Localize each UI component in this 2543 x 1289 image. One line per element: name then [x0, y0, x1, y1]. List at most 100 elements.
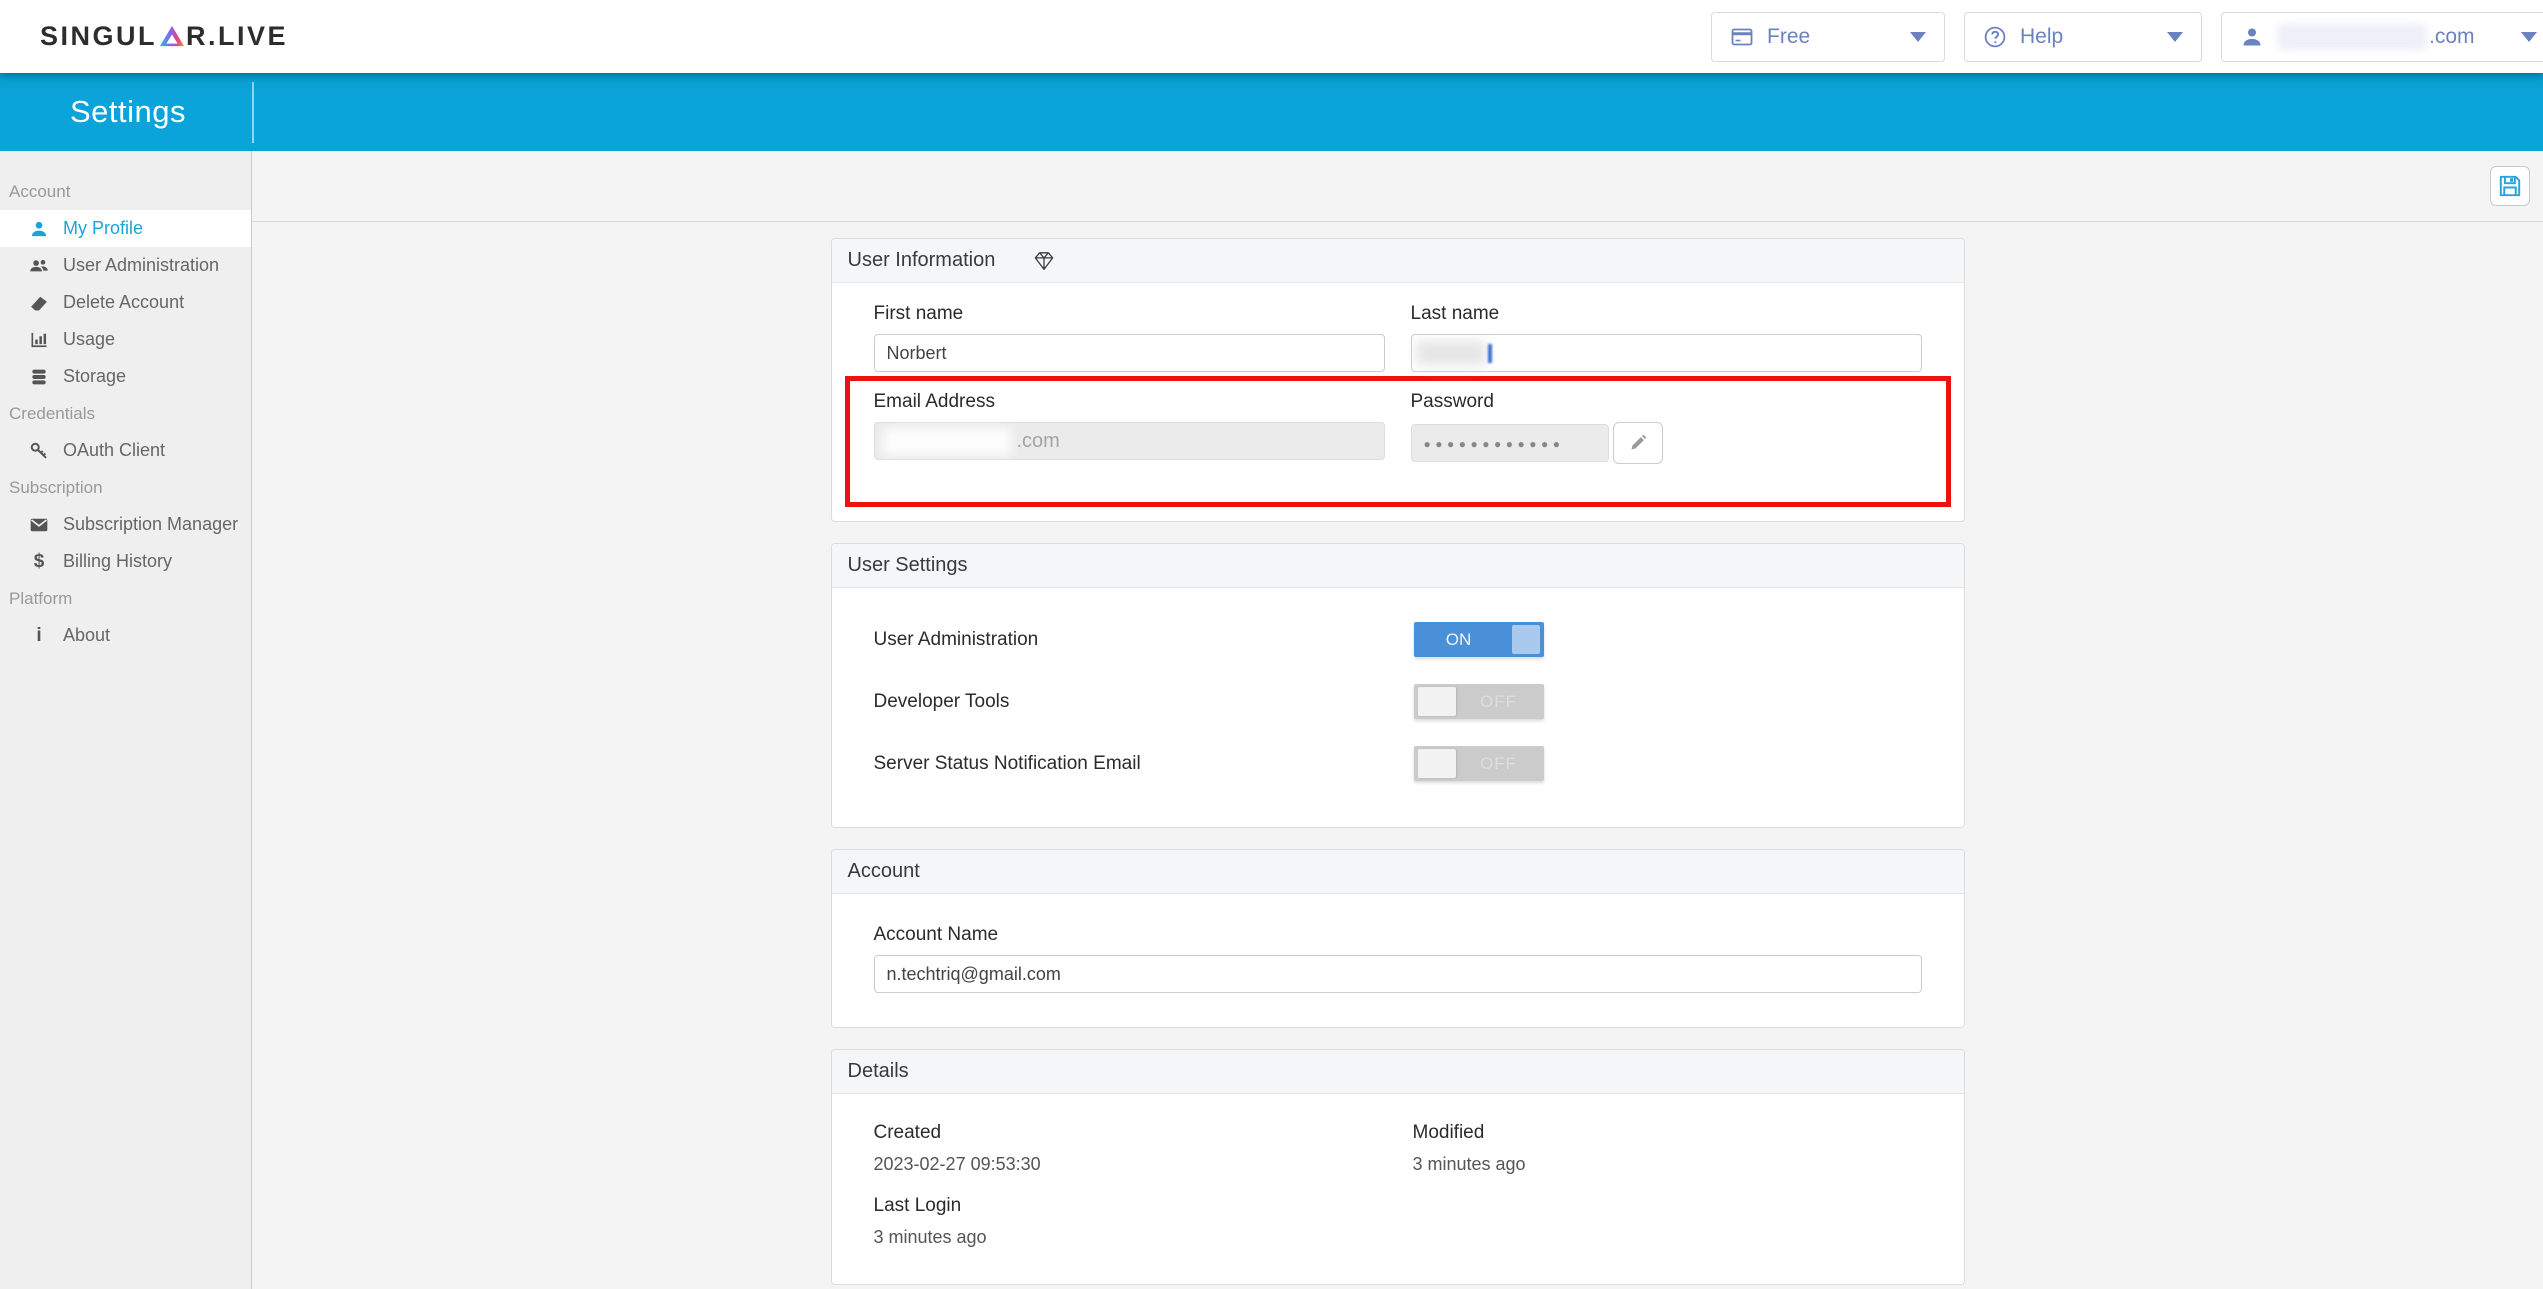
- plan-label: Free: [1767, 25, 1810, 49]
- help-dropdown[interactable]: Help: [1964, 12, 2202, 62]
- details-card: Details Created 2023-02-27 09:53:30 Modi…: [831, 1049, 1965, 1285]
- masked-password: ●●●●●●●●●●●●: [1424, 437, 1565, 451]
- password-input: ●●●●●●●●●●●●: [1411, 424, 1609, 462]
- eraser-icon: [29, 293, 49, 313]
- toggle-state: OFF: [1480, 692, 1517, 712]
- header-divider: [252, 82, 254, 143]
- redacted-email-value: [883, 428, 1011, 455]
- logo-triangle-icon: [159, 25, 185, 47]
- user-account-dropdown[interactable]: .com: [2221, 12, 2543, 62]
- server-status-notification-toggle[interactable]: OFF: [1414, 746, 1544, 781]
- user-administration-toggle[interactable]: ON: [1414, 622, 1544, 657]
- toggle-label: Server Status Notification Email: [874, 753, 1414, 775]
- envelope-icon: [29, 515, 49, 535]
- account-header: Account: [832, 850, 1964, 894]
- topbar: SINGUL R.LIVE Free Help: [0, 0, 2543, 73]
- email-label: Email Address: [874, 391, 1385, 413]
- toggle-label: User Administration: [874, 629, 1414, 651]
- details-header: Details: [832, 1050, 1964, 1094]
- user-settings-header: User Settings: [832, 544, 1964, 588]
- cards-column: User Information First name: [831, 238, 1965, 1285]
- help-icon: [1983, 25, 2007, 49]
- highlight-red-box: Email Address .com Password: [845, 376, 1951, 507]
- save-button[interactable]: [2490, 166, 2530, 206]
- dollar-icon: $: [29, 552, 49, 572]
- caret-down-icon: [1910, 32, 1926, 42]
- toggle-label: Developer Tools: [874, 691, 1414, 713]
- sidebar-item-user-administration[interactable]: User Administration: [0, 247, 251, 284]
- caret-down-icon: [2167, 32, 2183, 42]
- modified-value: 3 minutes ago: [1413, 1154, 1922, 1175]
- logo-text-prefix: SINGUL: [40, 21, 157, 52]
- last-name-input[interactable]: [1411, 334, 1922, 372]
- toggle-state: OFF: [1480, 754, 1517, 774]
- bar-chart-icon: [29, 330, 49, 350]
- sidebar-item-usage[interactable]: Usage: [0, 321, 251, 358]
- modified-detail: Modified 3 minutes ago: [1413, 1122, 1922, 1175]
- toggle-state: ON: [1446, 630, 1472, 650]
- sidebar-item-storage[interactable]: Storage: [0, 358, 251, 395]
- database-icon: [29, 367, 49, 387]
- user-information-card: User Information First name: [831, 238, 1965, 522]
- main-content: User Information First name: [252, 151, 2543, 1289]
- account-card: Account Account Name: [831, 849, 1965, 1028]
- last-login-label: Last Login: [874, 1195, 1413, 1217]
- last-login-detail: Last Login 3 minutes ago: [874, 1195, 1413, 1248]
- redacted-last-name: [1416, 341, 1486, 365]
- key-icon: [29, 441, 49, 461]
- page-title: Settings: [70, 94, 186, 130]
- card-title: Account: [848, 860, 920, 883]
- last-name-label: Last name: [1411, 303, 1922, 325]
- setting-row: Server Status Notification Email OFF: [874, 746, 1922, 781]
- gem-icon: [1033, 251, 1055, 271]
- user-icon: [29, 219, 49, 239]
- sidebar-item-billing-history[interactable]: $ Billing History: [0, 543, 251, 580]
- first-name-input[interactable]: [874, 334, 1385, 372]
- sidebar-item-oauth-client[interactable]: OAuth Client: [0, 432, 251, 469]
- logo-text-suffix: R.LIVE: [186, 21, 288, 52]
- sidebar-section-credentials: Credentials: [0, 395, 251, 432]
- modified-label: Modified: [1413, 1122, 1922, 1144]
- save-icon: [2497, 173, 2523, 199]
- sidebar-section-subscription: Subscription: [0, 469, 251, 506]
- user-settings-card: User Settings User Administration ON Dev…: [831, 543, 1965, 828]
- redacted-last-name-mark: [1488, 344, 1492, 363]
- account-name-label: Account Name: [874, 924, 1922, 946]
- card-title: User Settings: [848, 554, 968, 577]
- user-email-suffix: .com: [2429, 25, 2475, 49]
- password-label: Password: [1411, 391, 1922, 413]
- account-name-input[interactable]: [874, 955, 1922, 993]
- billing-card-icon: [1730, 25, 1754, 49]
- toolbar: [252, 151, 2543, 222]
- sidebar-section-account: Account: [0, 173, 251, 210]
- first-name-label: First name: [874, 303, 1385, 325]
- page-header: Settings: [0, 73, 2543, 151]
- edit-password-button[interactable]: [1613, 422, 1663, 464]
- user-information-header: User Information: [832, 239, 1964, 283]
- caret-down-icon: [2521, 32, 2537, 42]
- users-icon: [29, 256, 49, 276]
- card-title: Details: [848, 1060, 909, 1083]
- redacted-email: [2277, 24, 2427, 50]
- email-visible-suffix: .com: [1017, 430, 1060, 453]
- sidebar-item-about[interactable]: i About: [0, 617, 251, 654]
- developer-tools-toggle[interactable]: OFF: [1414, 684, 1544, 719]
- created-label: Created: [874, 1122, 1413, 1144]
- created-value: 2023-02-27 09:53:30: [874, 1154, 1413, 1175]
- sidebar-section-platform: Platform: [0, 580, 251, 617]
- topbar-menus: Free Help .com: [1711, 12, 2543, 62]
- help-label: Help: [2020, 25, 2063, 49]
- sidebar-item-subscription-manager[interactable]: Subscription Manager: [0, 506, 251, 543]
- email-input: .com: [874, 422, 1385, 460]
- sidebar: Account My Profile User Administration D…: [0, 151, 252, 1289]
- app-logo[interactable]: SINGUL R.LIVE: [40, 21, 288, 52]
- sidebar-item-my-profile[interactable]: My Profile: [0, 210, 251, 247]
- setting-row: Developer Tools OFF: [874, 684, 1922, 719]
- plan-dropdown[interactable]: Free: [1711, 12, 1945, 62]
- info-icon: i: [29, 626, 49, 646]
- pencil-icon: [1629, 434, 1647, 452]
- last-login-value: 3 minutes ago: [874, 1227, 1413, 1248]
- card-title: User Information: [848, 249, 996, 272]
- setting-row: User Administration ON: [874, 622, 1922, 657]
- sidebar-item-delete-account[interactable]: Delete Account: [0, 284, 251, 321]
